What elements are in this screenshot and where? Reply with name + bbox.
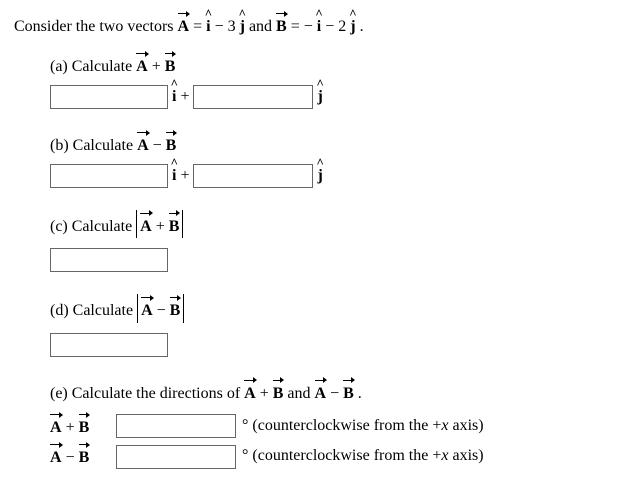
vector-B: B [343, 379, 354, 405]
vector-A: A [137, 131, 149, 157]
magnitude-a-minus-b: A − B [137, 294, 184, 322]
j-hat: j [350, 13, 355, 38]
vector-B: B [276, 12, 287, 38]
part-d: (d) Calculate A − B [50, 294, 618, 356]
part-c-label: (c) Calculate A + B [50, 210, 618, 238]
part-c-input[interactable] [50, 248, 168, 272]
part-e-minus-input[interactable] [116, 445, 236, 469]
vector-A: A [315, 379, 327, 405]
part-d-input[interactable] [50, 333, 168, 357]
part-b-i-input[interactable] [50, 164, 168, 188]
vector-A: A [136, 52, 148, 78]
vector-A: A [244, 379, 256, 405]
vector-B: B [79, 443, 90, 469]
j-hat: j [240, 13, 245, 38]
part-e-label: (e) Calculate the directions of A + B an… [50, 379, 618, 405]
vector-B: B [169, 212, 180, 238]
row-lhs: A + B [50, 413, 110, 439]
vector-A: A [141, 296, 153, 322]
i-hat: i [172, 162, 176, 187]
vector-B: B [273, 379, 284, 405]
vector-A: A [140, 212, 152, 238]
vector-B: B [79, 413, 90, 439]
part-a-label: (a) Calculate A + B [50, 52, 618, 78]
unit-degree: ° (counterclockwise from the +x axis) [242, 415, 484, 437]
vector-A: A [178, 12, 190, 38]
part-e-row-minus: A − B ° (counterclockwise from the +x ax… [50, 443, 618, 469]
part-c: (c) Calculate A + B [50, 210, 618, 272]
part-e-row-plus: A + B ° (counterclockwise from the +x ax… [50, 413, 618, 439]
i-hat: i [317, 13, 321, 38]
part-a-j-input[interactable] [193, 85, 313, 109]
part-a-i-input[interactable] [50, 85, 168, 109]
vector-B: B [170, 296, 181, 322]
part-e: (e) Calculate the directions of A + B an… [50, 379, 618, 470]
i-hat: i [206, 13, 210, 38]
prompt-line: Consider the two vectors A = i − 3 j and… [14, 12, 618, 38]
vector-A: A [50, 413, 62, 439]
part-b: (b) Calculate A − B i + j [50, 131, 618, 188]
j-hat: j [317, 83, 322, 108]
i-hat: i [172, 83, 176, 108]
part-b-label: (b) Calculate A − B [50, 131, 618, 157]
prompt-intro: Consider the two vectors [14, 18, 178, 35]
unit-degree: ° (counterclockwise from the +x axis) [242, 445, 484, 467]
part-e-plus-input[interactable] [116, 414, 236, 438]
row-lhs: A − B [50, 443, 110, 469]
part-d-label: (d) Calculate A − B [50, 294, 618, 322]
part-b-j-input[interactable] [193, 164, 313, 188]
part-a: (a) Calculate A + B i + j [50, 52, 618, 109]
magnitude-a-plus-b: A + B [136, 210, 183, 238]
j-hat: j [317, 162, 322, 187]
vector-A: A [50, 443, 62, 469]
